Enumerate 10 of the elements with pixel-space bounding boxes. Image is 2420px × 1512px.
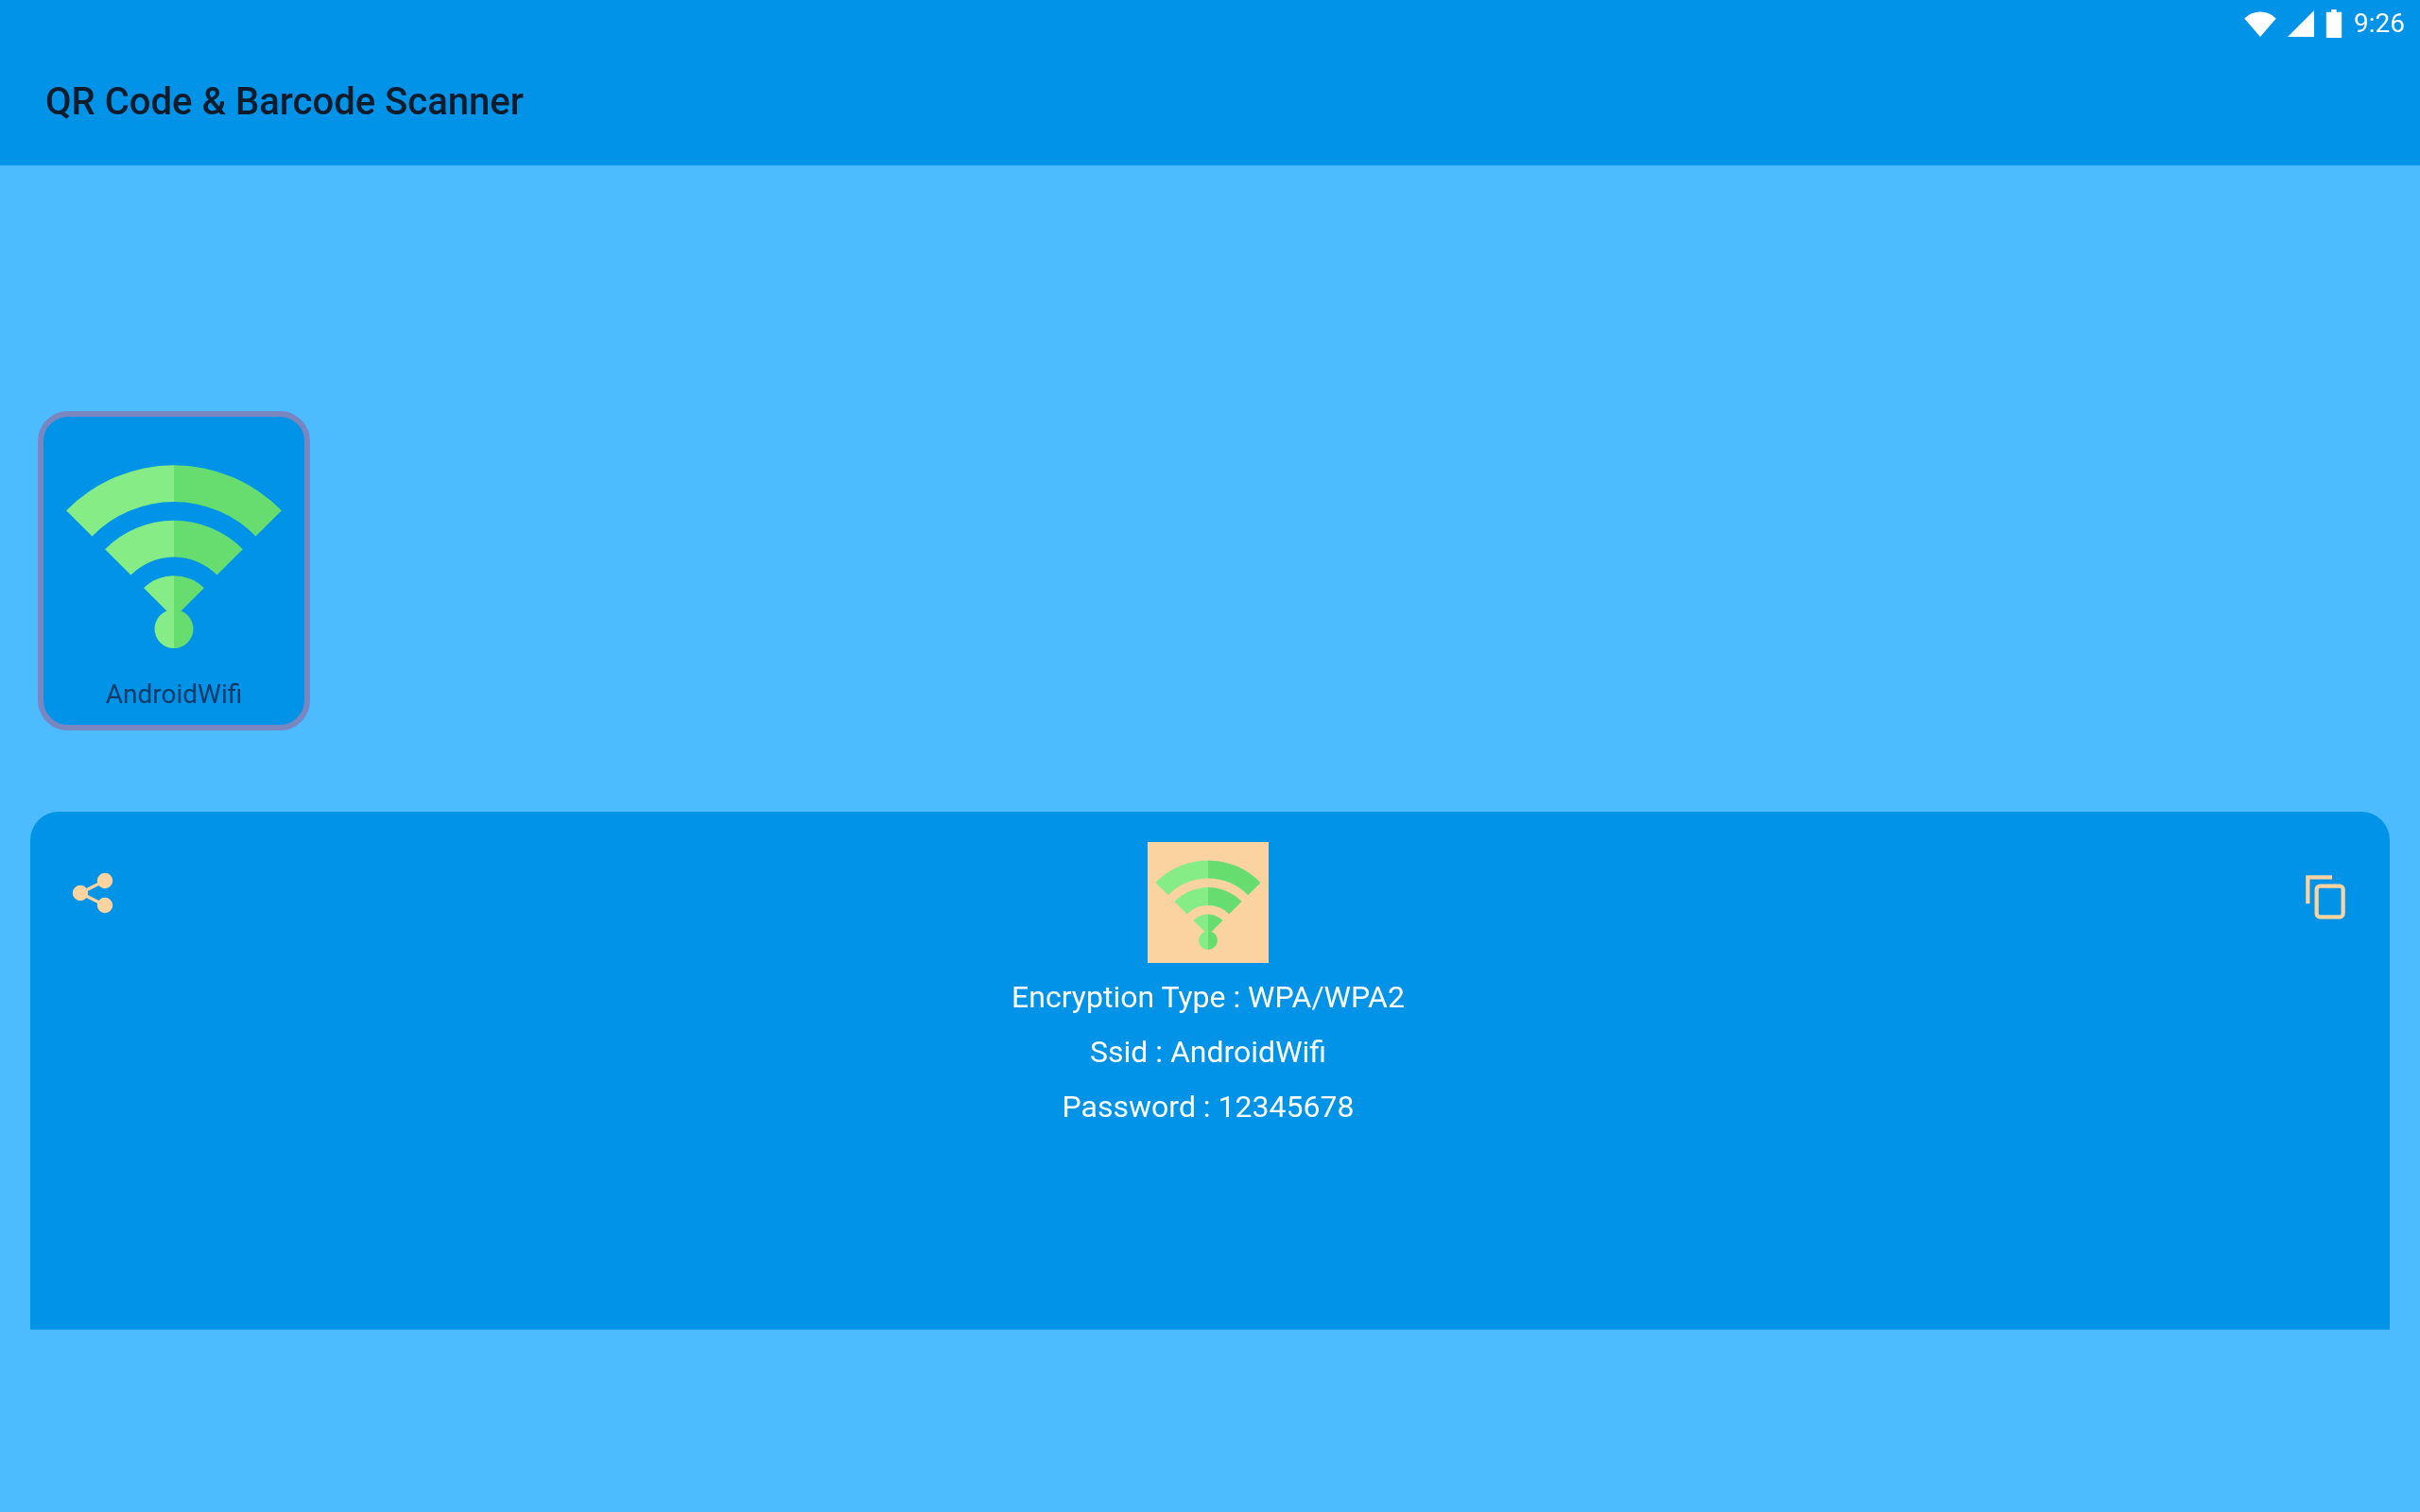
history-tile[interactable]: AndroidWifi	[38, 411, 310, 730]
tile-label: AndroidWifi	[105, 678, 243, 712]
battery-icon	[2325, 9, 2342, 38]
cell-signal-icon	[2288, 10, 2314, 37]
result-line: Encryption Type : WPA/WPA2	[1011, 978, 1405, 1016]
wifi-signal-icon	[2244, 10, 2276, 37]
result-line: Password : 12345678	[1062, 1088, 1355, 1125]
status-time: 9:26	[2354, 7, 2405, 41]
app-title: QR Code & Barcode Scanner	[45, 77, 524, 126]
result-line: Ssid : AndroidWifi	[1089, 1033, 1327, 1071]
